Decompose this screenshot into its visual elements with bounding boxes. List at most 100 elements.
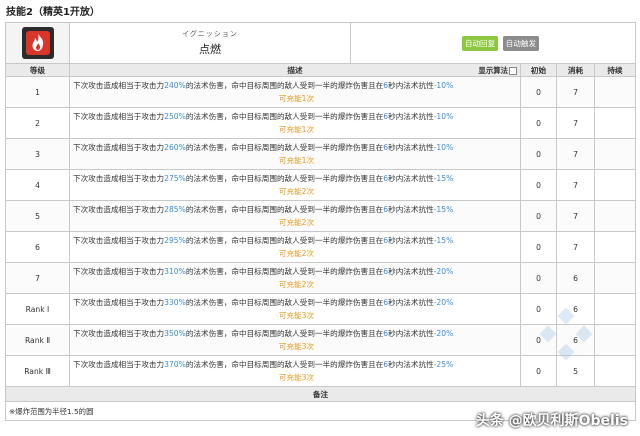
initial-sp-cell: 0 [520, 107, 557, 139]
description-cell: 下次攻击造成相当于攻击力240%的法术伤害，命中目标周围的敌人受到一半的爆炸伤害… [69, 76, 521, 108]
desc-text: 秒内法术抗性 [388, 112, 434, 121]
checkbox-icon[interactable] [509, 67, 517, 75]
sp-cost-cell: 7 [556, 107, 595, 139]
duration-cell [593, 76, 637, 108]
desc-text: 秒内法术抗性 [388, 329, 434, 338]
level-cell: 3 [5, 138, 70, 170]
col-description: 描述 显示算法 [69, 63, 521, 77]
watermark: 头条 @欧贝利斯Obelis [475, 413, 628, 429]
desc-resistance: -10% [433, 112, 454, 121]
description-cell: 下次攻击造成相当于攻击力370%的法术伤害，命中目标周围的敌人受到一半的爆炸伤害… [69, 355, 521, 387]
desc-text: 的法术伤害，命中目标周围的敌人受到一半的爆炸伤害且在 [185, 143, 384, 152]
initial-sp-cell: 0 [520, 76, 557, 108]
desc-charges: 可充能3次 [278, 342, 315, 351]
col-initial: 初始 [520, 63, 557, 77]
level-cell: 6 [5, 231, 70, 263]
desc-text: 秒内法术抗性 [388, 298, 434, 307]
table-row: 2 下次攻击造成相当于攻击力250%的法术伤害，命中目标周围的敌人受到一半的爆炸伤… [5, 107, 637, 139]
sp-cost-cell: 7 [556, 231, 595, 263]
skill-icon-cell [5, 22, 70, 64]
desc-damage-pct: 240% [164, 81, 186, 90]
level-cell: 1 [5, 76, 70, 108]
desc-text: 秒内法术抗性 [388, 205, 434, 214]
desc-text: 下次攻击造成相当于攻击力 [73, 298, 165, 307]
col-description-label: 描述 [287, 65, 303, 75]
level-cell: 2 [5, 107, 70, 139]
desc-damage-pct: 310% [164, 267, 186, 276]
initial-sp-cell: 0 [520, 231, 557, 263]
formula-toggle-label: 显示算法 [478, 66, 508, 75]
duration-cell [593, 138, 637, 170]
description-cell: 下次攻击造成相当于攻击力260%的法术伤害，命中目标周围的敌人受到一半的爆炸伤害… [69, 138, 521, 170]
duration-cell [593, 262, 637, 294]
desc-charges: 可充能2次 [278, 187, 315, 196]
duration-cell [593, 200, 637, 232]
desc-text: 的法术伤害，命中目标周围的敌人受到一半的爆炸伤害且在 [185, 298, 384, 307]
desc-damage-pct: 285% [164, 205, 186, 214]
desc-text: 下次攻击造成相当于攻击力 [73, 267, 165, 276]
desc-damage-pct: 260% [164, 143, 186, 152]
flame-icon [21, 27, 54, 59]
desc-charges: 可充能1次 [278, 125, 315, 134]
desc-text: 的法术伤害，命中目标周围的敌人受到一半的爆炸伤害且在 [185, 360, 384, 369]
skill-name-cn: 点燃 [199, 43, 221, 56]
sp-cost-cell: 7 [556, 76, 595, 108]
column-header-row: 等级 描述 显示算法 初始 消耗 持续 [5, 63, 637, 77]
tag-auto-recovery: 自动回复 [461, 35, 499, 51]
desc-charges: 可充能1次 [278, 94, 315, 103]
desc-text: 秒内法术抗性 [388, 174, 434, 183]
sp-cost-cell: 7 [556, 200, 595, 232]
desc-text: 下次攻击造成相当于攻击力 [73, 81, 165, 90]
desc-resistance: -15% [433, 174, 454, 183]
desc-text: 的法术伤害，命中目标周围的敌人受到一半的爆炸伤害且在 [185, 236, 384, 245]
table-row: 4 下次攻击造成相当于攻击力275%的法术伤害，命中目标周围的敌人受到一半的爆炸伤… [5, 169, 637, 201]
desc-damage-pct: 330% [164, 298, 186, 307]
level-cell: 4 [5, 169, 70, 201]
desc-text: 的法术伤害，命中目标周围的敌人受到一半的爆炸伤害且在 [185, 205, 384, 214]
duration-cell [593, 231, 637, 263]
desc-text: 秒内法术抗性 [388, 236, 434, 245]
table-row: 7 下次攻击造成相当于攻击力310%的法术伤害，命中目标周围的敌人受到一半的爆炸伤… [5, 262, 637, 294]
skill-name-cell: イグニッション 点燃 [69, 22, 351, 64]
description-cell: 下次攻击造成相当于攻击力310%的法术伤害，命中目标周围的敌人受到一半的爆炸伤害… [69, 262, 521, 294]
description-cell: 下次攻击造成相当于攻击力330%的法术伤害，命中目标周围的敌人受到一半的爆炸伤害… [69, 293, 521, 325]
desc-damage-pct: 275% [164, 174, 186, 183]
desc-text: 下次攻击造成相当于攻击力 [73, 205, 165, 214]
desc-text: 的法术伤害，命中目标周围的敌人受到一半的爆炸伤害且在 [185, 174, 384, 183]
desc-text: 下次攻击造成相当于攻击力 [73, 112, 165, 121]
formula-toggle[interactable]: 显示算法 [478, 65, 517, 76]
initial-sp-cell: 0 [520, 200, 557, 232]
col-duration: 持续 [593, 63, 637, 77]
level-cell: 5 [5, 200, 70, 232]
desc-resistance: -20% [433, 267, 454, 276]
desc-text: 下次攻击造成相当于攻击力 [73, 143, 165, 152]
level-cell: 7 [5, 262, 70, 294]
col-cost: 消耗 [556, 63, 595, 77]
skill-header-row: イグニッション 点燃 自动回复 自动触发 [5, 22, 637, 64]
watermark-decoration [539, 307, 593, 361]
description-cell: 下次攻击造成相当于攻击力275%的法术伤害，命中目标周围的敌人受到一半的爆炸伤害… [69, 169, 521, 201]
table-row: 5 下次攻击造成相当于攻击力285%的法术伤害，命中目标周围的敌人受到一半的爆炸伤… [5, 200, 637, 232]
desc-damage-pct: 295% [164, 236, 186, 245]
col-level: 等级 [5, 63, 70, 77]
desc-damage-pct: 370% [164, 360, 186, 369]
sp-cost-cell: 7 [556, 138, 595, 170]
duration-cell [593, 169, 637, 201]
skill-name-jp: イグニッション [182, 30, 238, 38]
desc-resistance: -20% [433, 298, 454, 307]
desc-charges: 可充能1次 [278, 156, 315, 165]
desc-text: 下次攻击造成相当于攻击力 [73, 329, 165, 338]
desc-text: 下次攻击造成相当于攻击力 [73, 360, 165, 369]
skill-tags-cell: 自动回复 自动触发 [349, 22, 637, 64]
desc-text: 秒内法术抗性 [388, 267, 434, 276]
desc-resistance: -10% [433, 81, 454, 90]
table-row: 6 下次攻击造成相当于攻击力295%的法术伤害，命中目标周围的敌人受到一半的爆炸伤… [5, 231, 637, 263]
desc-text: 下次攻击造成相当于攻击力 [73, 236, 165, 245]
desc-charges: 可充能3次 [278, 311, 315, 320]
desc-damage-pct: 250% [164, 112, 186, 121]
table-row: 1 下次攻击造成相当于攻击力240%的法术伤害，命中目标周围的敌人受到一半的爆炸伤… [5, 76, 637, 108]
level-cell: Rank Ⅱ [5, 324, 70, 356]
desc-text: 秒内法术抗性 [388, 143, 434, 152]
desc-charges: 可充能2次 [278, 280, 315, 289]
level-cell: Rank Ⅰ [5, 293, 70, 325]
